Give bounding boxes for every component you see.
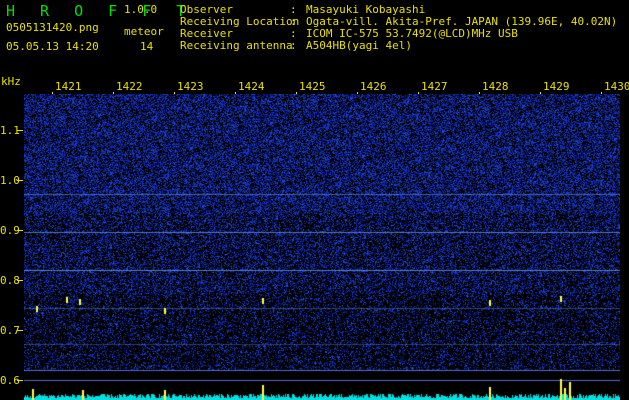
y-axis-unit: kHz (1, 75, 21, 88)
x-tick-label: 1426 (360, 80, 387, 93)
spectrogram-canvas (24, 94, 620, 400)
y-tick-mark (17, 380, 23, 381)
hrofft-window: H R O F F T 1.0.0 0505131420.png meteor … (0, 0, 629, 400)
app-version: 1.0.0 (124, 3, 158, 16)
x-tick-label: 1429 (543, 80, 570, 93)
info-value: A504HB(yagi 4el) (306, 39, 412, 52)
file-name: 0505131420.png (6, 21, 99, 34)
x-tick-label: 1421 (55, 80, 82, 93)
x-tick-label: 1425 (299, 80, 326, 93)
y-tick-mark (17, 130, 23, 131)
x-tick-label: 1423 (177, 80, 204, 93)
meteor-count-value: 14 (140, 40, 154, 53)
app-logo: H R O F F T (6, 2, 194, 20)
info-label: Receiving antenna (180, 39, 293, 52)
x-tick-label: 1422 (116, 80, 143, 93)
x-tick-label: 1428 (482, 80, 509, 93)
y-tick-mark (17, 330, 23, 331)
y-tick-mark (17, 230, 23, 231)
record-datetime: 05.05.13 14:20 (6, 40, 99, 53)
info-separator: : (290, 39, 297, 52)
y-tick-mark (17, 280, 23, 281)
x-tick-label: 1427 (421, 80, 448, 93)
meteor-count-label: meteor (124, 25, 164, 38)
x-tick-label: 1424 (238, 80, 265, 93)
y-tick-mark (17, 180, 23, 181)
x-tick-label: 1430 (604, 80, 629, 93)
